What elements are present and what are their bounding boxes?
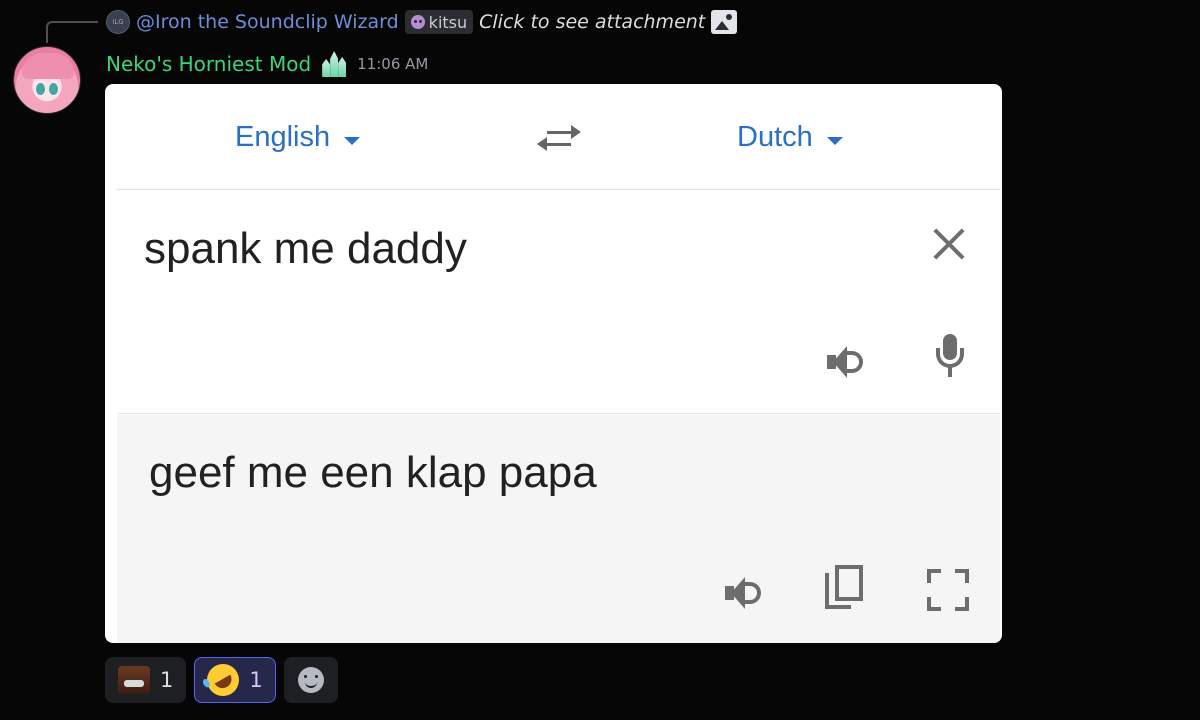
microphone-icon [933,334,967,380]
reactions-bar: 1 1 [105,657,338,703]
avatar-eye-left [36,83,45,95]
reaction-face[interactable]: 1 [105,657,187,703]
image-attachment[interactable]: English Dutch spank me daddy geef me een… [105,84,1002,643]
message-header: Neko's Horniest Mod 11:06 AM [106,46,428,82]
reply-text[interactable]: Click to see attachment [479,11,705,33]
rofl-emoji-icon [201,658,246,702]
language-bar: English Dutch [117,84,1000,190]
skull-icon [410,15,425,29]
dropdown-caret-icon [344,136,361,145]
smiley-icon [297,667,324,693]
close-icon [931,226,967,262]
reaction-count: 1 [249,668,263,692]
face-emoji-icon [118,666,150,694]
reply-avatar-text: ILG [112,18,124,26]
reaction-count: 1 [160,668,174,692]
avatar-hair [22,53,74,79]
copy-icon [825,565,865,611]
reply-spine [46,21,98,43]
server-tag[interactable]: kitsu [404,10,474,34]
username[interactable]: Neko's Horniest Mod [106,52,311,76]
translation-area: geef me een klap papa [117,415,1000,643]
speaker-icon [723,573,767,613]
reaction-rofl[interactable]: 1 [194,657,276,703]
fullscreen-icon [925,567,971,613]
target-language: Dutch [737,121,813,153]
dropdown-caret-icon [826,136,843,145]
image-icon [711,10,738,34]
add-reaction-button[interactable] [283,657,338,703]
speaker-icon [825,342,869,382]
server-tag-label: kitsu [428,12,468,32]
translated-text: geef me een klap papa [149,448,597,497]
crystal-role-icon[interactable] [319,49,349,79]
source-language-selector: English [235,121,361,154]
timestamp[interactable]: 11:06 AM [357,55,428,73]
avatar-eye-right [49,83,58,95]
swap-languages-icon [537,122,581,154]
reply-username[interactable]: @Iron the Soundclip Wizard [136,11,399,33]
reply-preview[interactable]: ILG @Iron the Soundclip Wizard kitsu Cli… [106,8,738,36]
source-text-area: spank me daddy [117,190,1000,414]
source-text: spank me daddy [144,224,467,273]
source-language: English [235,121,331,153]
reply-avatar[interactable]: ILG [106,10,130,34]
avatar[interactable] [13,46,81,114]
target-language-selector: Dutch [737,121,843,154]
